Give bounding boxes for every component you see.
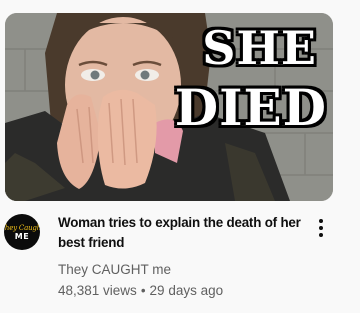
more-vert-icon[interactable] (311, 216, 331, 240)
menu-dot (319, 226, 323, 230)
upload-age: 29 days ago (149, 283, 224, 298)
view-count: 48,381 views (58, 283, 137, 298)
channel-name[interactable]: They CAUGHT me (58, 260, 310, 279)
avatar-text-top: They Caught (4, 223, 40, 232)
channel-avatar[interactable]: They Caught ME (4, 214, 40, 250)
avatar-text-bottom: ME (14, 231, 30, 241)
menu-dot (319, 219, 323, 223)
thumbnail-overlay-line-1: SHE (202, 21, 317, 75)
video-stats: 48,381 views • 29 days ago (58, 281, 310, 300)
video-card: SHE DIED They Caught ME Woman tries to e… (0, 0, 360, 313)
video-thumbnail[interactable]: SHE DIED (5, 13, 333, 201)
video-meta: Woman tries to explain the death of her … (58, 213, 310, 300)
menu-dot (319, 233, 323, 237)
stats-separator: • (140, 283, 146, 298)
thumbnail-overlay-line-2: DIED (174, 78, 327, 137)
video-title[interactable]: Woman tries to explain the death of her … (58, 213, 310, 253)
